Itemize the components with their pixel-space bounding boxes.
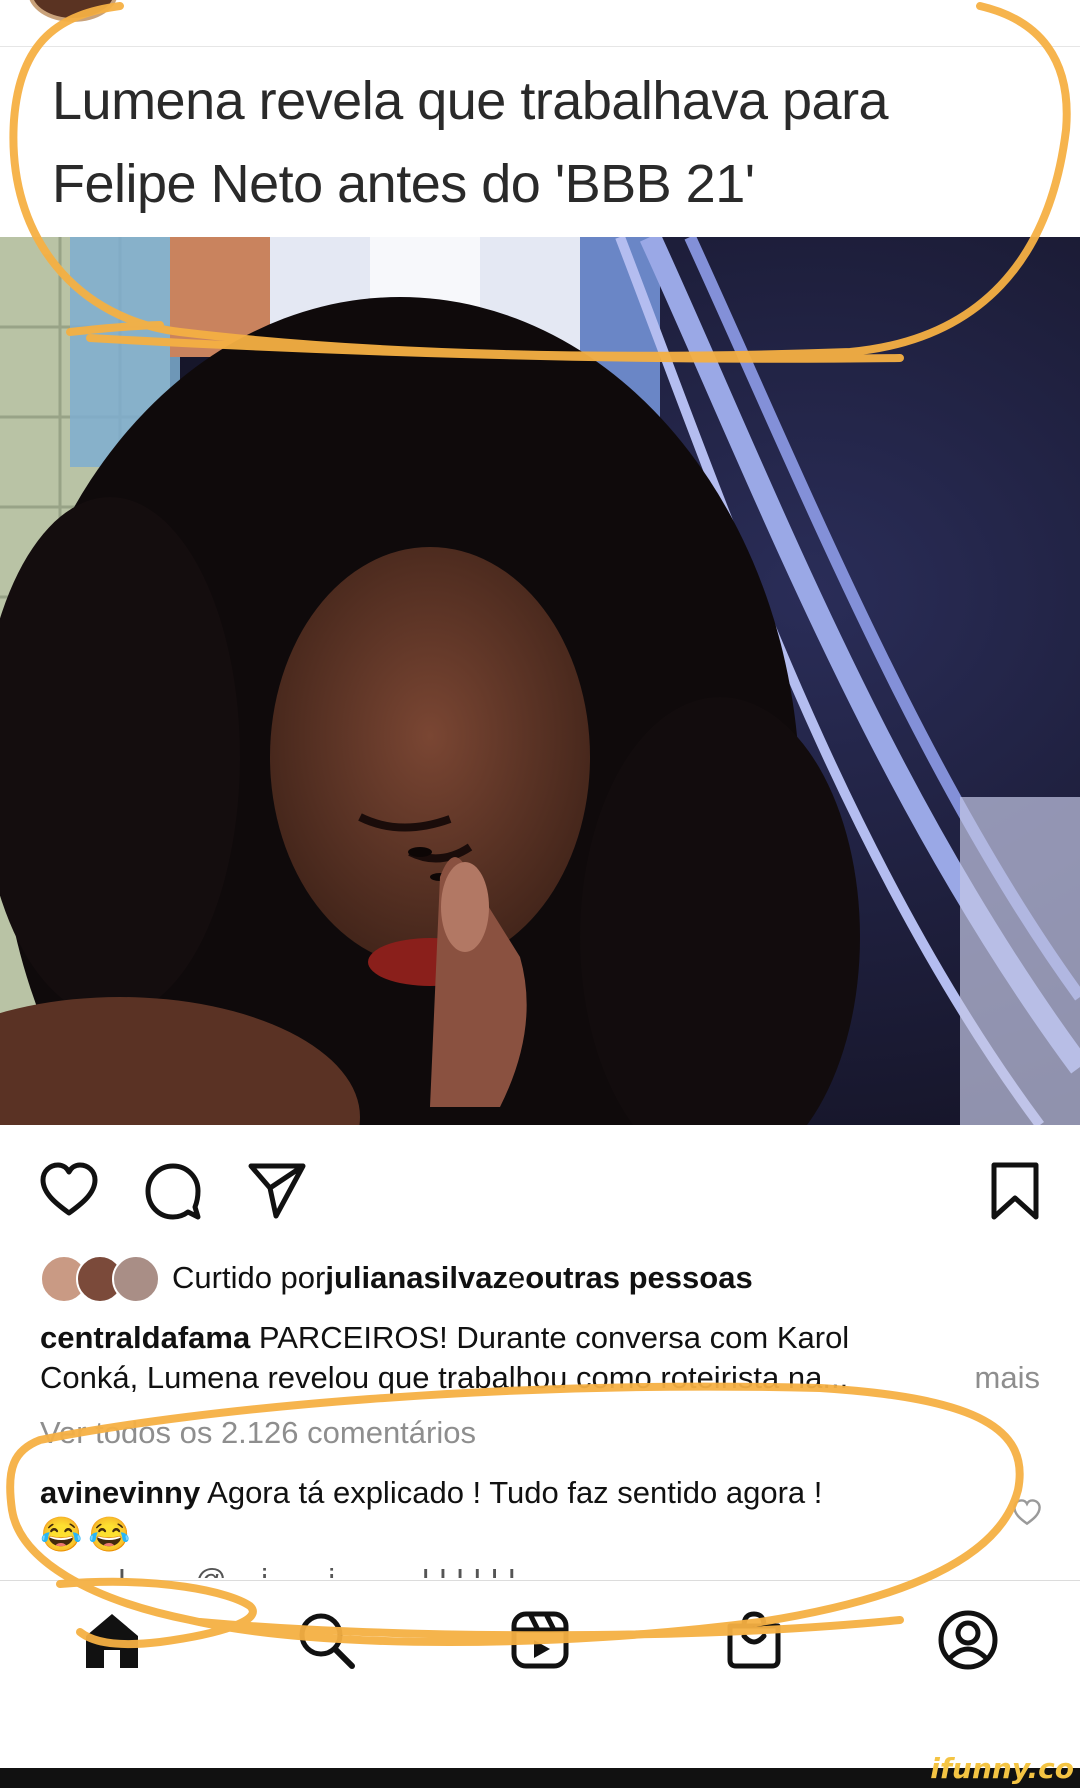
share-button[interactable] (246, 1160, 308, 1222)
comment-button[interactable] (142, 1160, 204, 1222)
reels-icon (511, 1611, 569, 1669)
profile-icon (938, 1610, 998, 1670)
post-video[interactable] (0, 237, 1080, 1125)
post-headline: Lumena revela que trabalhava para Felipe… (52, 60, 1052, 226)
nav-divider (0, 1580, 1080, 1581)
send-icon (248, 1163, 306, 1219)
bookmark-icon (991, 1162, 1039, 1220)
search-icon (299, 1613, 355, 1669)
nav-reels[interactable] (508, 1608, 572, 1672)
shop-icon (727, 1611, 781, 1669)
nav-shop[interactable] (722, 1608, 786, 1672)
footer-bar (0, 1768, 1080, 1788)
post-caption: centraldafama PARCEIROS! Durante convers… (40, 1318, 1050, 1398)
caption-text-line1: PARCEIROS! Durante conversa com Karol (250, 1320, 850, 1355)
divider (0, 46, 1080, 47)
author-avatar[interactable] (28, 0, 118, 22)
like-button[interactable] (38, 1160, 100, 1222)
nav-home[interactable] (80, 1608, 144, 1672)
post-actions-bar (0, 1160, 1080, 1230)
bottom-navigation (0, 1608, 1080, 1684)
comment-item: avinevinny Agora tá explicado ! Tudo faz… (40, 1472, 822, 1556)
caption-username[interactable]: centraldafama (40, 1320, 250, 1355)
caption-text-line2: Conká, Lumena revelou que trabalhou como… (40, 1360, 849, 1395)
nav-profile[interactable] (936, 1608, 1000, 1672)
next-comment-preview: ____ I ___ @ _ i _ _ i _ _ _ I I I I I I (40, 1562, 1040, 1578)
likes-others-link[interactable]: outras pessoas (525, 1260, 752, 1296)
nav-search[interactable] (294, 1608, 358, 1672)
likes-connector: e (508, 1260, 526, 1295)
likes-prefix: Curtido por (172, 1260, 326, 1295)
liker-avatar (112, 1255, 160, 1303)
heart-icon (1013, 1499, 1041, 1526)
comment-text: Agora tá explicado ! Tudo faz sentido ag… (200, 1475, 823, 1510)
save-button[interactable] (984, 1160, 1046, 1222)
view-all-comments-link[interactable]: Ver todos os 2.126 comentários (40, 1415, 476, 1451)
likes-summary[interactable]: Curtido por julianasilvaz e outras pesso… (40, 1254, 753, 1303)
comment-like-button[interactable] (1012, 1498, 1042, 1528)
headline-line-1: Lumena revela que trabalhava para (52, 71, 889, 131)
headline-line-2: Felipe Neto antes do 'BBB 21' (52, 154, 755, 214)
liker-username[interactable]: julianasilvaz (325, 1260, 508, 1296)
home-icon (86, 1614, 138, 1668)
video-frame-illustration (0, 237, 1080, 1125)
heart-icon (40, 1162, 98, 1216)
comment-emoji: 😂😂 (40, 1516, 137, 1554)
caption-more-link[interactable]: mais (968, 1358, 1040, 1398)
watermark-logo: ifunny.co (930, 1752, 1074, 1785)
liker-avatars (40, 1255, 160, 1303)
caption-line2: Conká, Lumena revelou que trabalhou como… (40, 1358, 1050, 1398)
comment-icon (145, 1163, 201, 1220)
comment-username[interactable]: avinevinny (40, 1475, 200, 1510)
